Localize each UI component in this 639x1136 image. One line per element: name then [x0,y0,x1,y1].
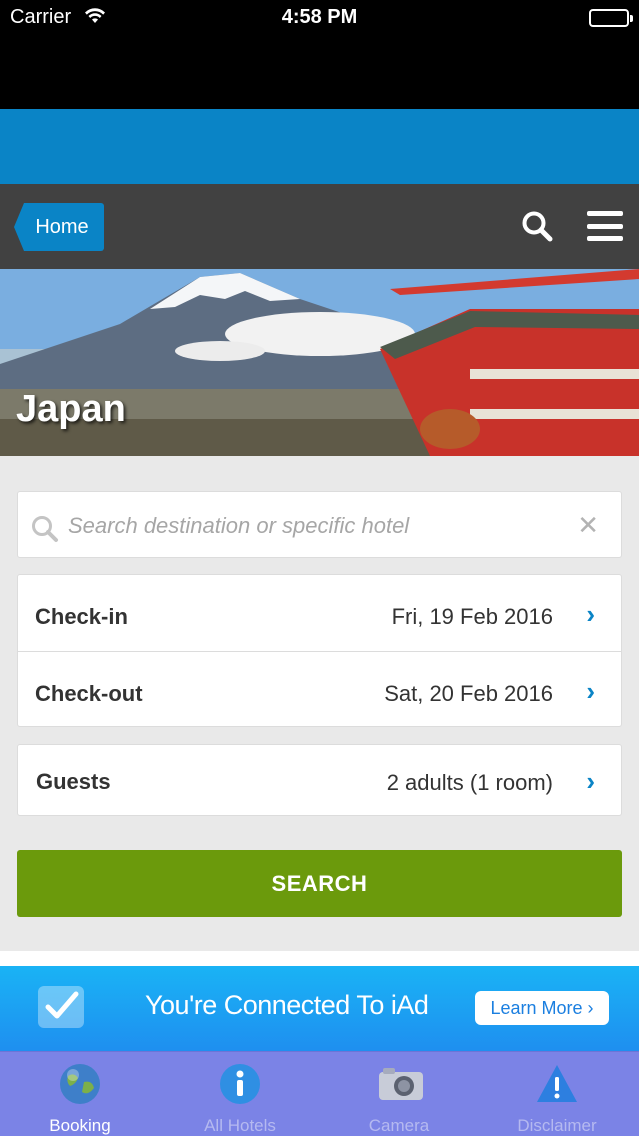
guests-row[interactable]: Guests 2 adults (1 room) › [17,744,622,816]
guests-label: Guests [36,769,111,794]
chevron-right-icon: › [586,766,595,796]
clock: 4:58 PM [281,6,358,28]
chevron-right-icon: › [586,599,595,629]
search-icon[interactable] [521,210,553,247]
divider [0,951,639,966]
search-field-icon [30,514,60,549]
globe-icon [58,1062,102,1106]
checkout-label: Check-out [35,681,143,706]
checkin-value: Fri, 19 Feb 2016 [391,604,553,629]
checkin-row[interactable]: Check-in Fri, 19 Feb 2016 › [18,575,621,651]
tab-camera[interactable]: Camera [319,1052,479,1136]
warning-icon [535,1062,579,1106]
tab-label: All Hotels [204,1116,276,1135]
menu-icon[interactable] [587,211,623,241]
tab-booking[interactable]: Booking [0,1052,160,1136]
battery-icon [589,9,633,27]
tab-disclaimer[interactable]: Disclaimer [477,1052,637,1136]
search-button[interactable]: SEARCH [17,850,622,917]
chevron-right-icon: › [586,676,595,706]
checkout-row[interactable]: Check-out Sat, 20 Feb 2016 › [18,651,621,727]
dates-card: Check-in Fri, 19 Feb 2016 › Check-out Sa… [17,574,622,727]
tab-label: Camera [368,1116,430,1135]
tab-bar: Booking All Hotels Camera Disclaimer [0,1051,639,1136]
search-placeholder: Search destination or specific hotel [68,513,410,538]
learn-more-button[interactable]: Learn More › [475,991,609,1025]
camera-icon [377,1062,423,1106]
iad-banner[interactable]: You're Connected To iAd Learn More › [0,966,639,1051]
tab-all-hotels[interactable]: All Hotels [160,1052,320,1136]
status-bar: Carrier 4:58 PM [0,0,639,109]
info-icon [218,1062,262,1106]
iad-message: You're Connected To iAd [145,990,429,1020]
guests-value: 2 adults (1 room) [386,770,553,795]
checkmark-icon [38,986,84,1028]
destination-search-input[interactable]: Search destination or specific hotel ✕ [17,491,622,558]
checkin-label: Check-in [35,604,128,629]
checkout-value: Sat, 20 Feb 2016 [384,681,553,706]
home-button[interactable]: Home [14,203,104,251]
tab-label: Booking [49,1116,111,1135]
destination-title: Japan [16,388,126,430]
tab-label: Disclaimer [517,1116,597,1135]
clear-icon[interactable]: ✕ [577,510,599,541]
top-banner [0,109,639,184]
